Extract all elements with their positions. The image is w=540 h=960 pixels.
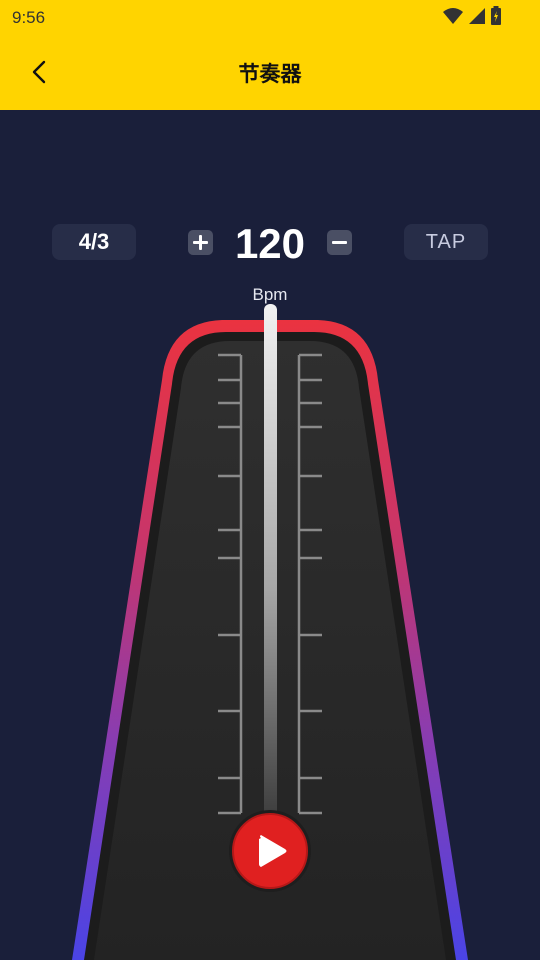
metronome-pendulum-rod — [264, 304, 277, 824]
increase-bpm-button[interactable] — [188, 230, 213, 255]
bpm-value: 120 — [234, 220, 306, 267]
play-button[interactable] — [229, 810, 311, 892]
tempo-controls: 4/3 120 TAP — [0, 220, 540, 267]
time-signature-button[interactable]: 4/3 — [52, 224, 136, 260]
tap-tempo-button[interactable]: TAP — [404, 224, 488, 260]
decrease-bpm-button[interactable] — [327, 230, 352, 255]
bpm-unit-label: Bpm — [252, 285, 288, 304]
